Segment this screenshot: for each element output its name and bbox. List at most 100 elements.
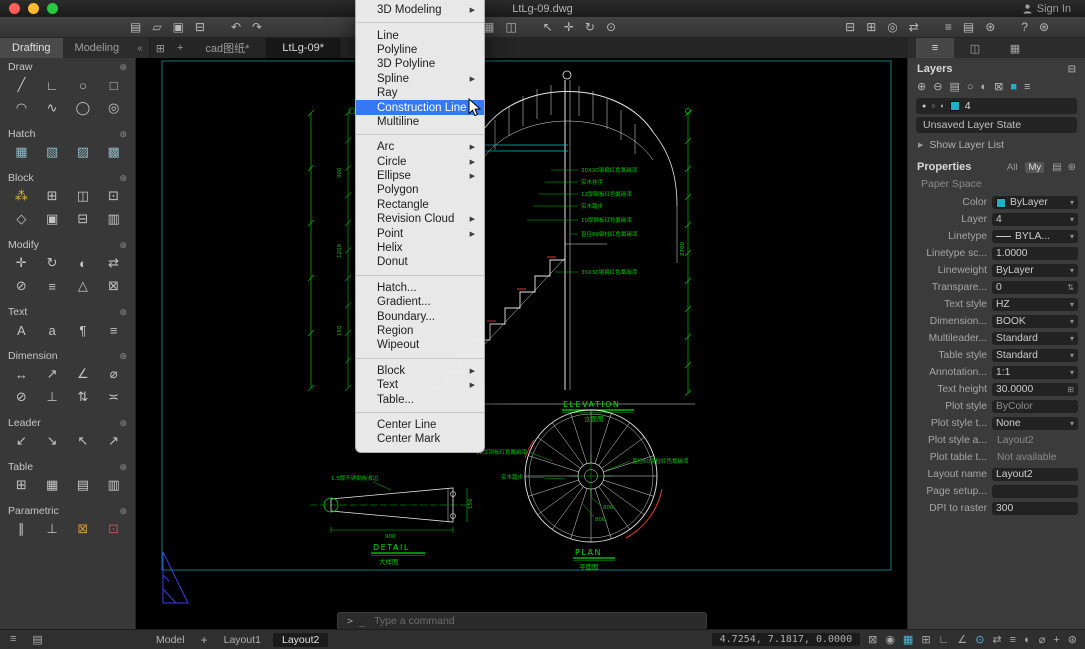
property-field-dpi-to-raster[interactable]: 300: [992, 502, 1078, 515]
diameter-dim-icon[interactable]: ⌀: [102, 364, 126, 384]
leader-align-icon[interactable]: ↗: [102, 431, 126, 451]
snap-mode-icon[interactable]: ⊞: [921, 633, 930, 646]
print-icon[interactable]: ⊟: [195, 21, 205, 33]
new-file-icon[interactable]: ▤: [130, 21, 141, 33]
settings-gear-icon[interactable]: ⊛: [1039, 21, 1049, 33]
property-field-multileader[interactable]: Standard▾: [992, 332, 1078, 345]
menu-item-center-mark[interactable]: Center Mark: [356, 432, 484, 446]
property-field-annotation[interactable]: 1:1▾: [992, 366, 1078, 379]
lineweight-display-icon[interactable]: ≡: [1010, 634, 1016, 646]
zoom-icon[interactable]: ⊙: [606, 21, 616, 33]
ortho-mode-icon[interactable]: ∟: [939, 634, 950, 646]
status-grid-icon[interactable]: ▤: [32, 633, 42, 646]
menu-item-hatch[interactable]: Hatch...: [356, 281, 484, 295]
new-layer-icon[interactable]: ⊕: [917, 80, 926, 93]
table-export-icon[interactable]: ▤: [71, 475, 95, 495]
leader-edit-icon[interactable]: ↖: [71, 431, 95, 451]
drawing-canvas[interactable]: 900 1200 150 2700: [135, 58, 908, 630]
section-gear-icon[interactable]: ⊛: [119, 173, 127, 184]
publish-icon[interactable]: ⊞: [866, 21, 876, 33]
layout-tab-layout1[interactable]: Layout1: [215, 633, 270, 647]
circle-icon[interactable]: ○: [71, 75, 95, 95]
properties-list-icon[interactable]: ▤: [1052, 162, 1061, 173]
mirror-icon[interactable]: ◐: [71, 253, 95, 273]
materials-palette-tab[interactable]: ▦: [996, 38, 1034, 58]
write-block-icon[interactable]: ◫: [71, 186, 95, 206]
orbit-icon[interactable]: ↻: [585, 21, 595, 33]
section-gear-icon[interactable]: ⊛: [119, 307, 127, 318]
ordinate-dim-icon[interactable]: ⊥: [40, 387, 64, 407]
paragraph-icon[interactable]: ¶: [71, 320, 95, 340]
menu-item-multiline[interactable]: Multiline: [356, 115, 484, 129]
hatch-pattern-icon[interactable]: ▦: [9, 142, 33, 162]
properties-settings-icon[interactable]: ⊛: [1068, 162, 1076, 173]
perpendicular-constraint-icon[interactable]: ⊥: [40, 519, 64, 539]
property-field-lineweight[interactable]: ByLayer▾: [992, 264, 1078, 277]
donut-icon[interactable]: ◎: [102, 98, 126, 118]
arc-icon[interactable]: ◠: [9, 98, 33, 118]
redo-icon[interactable]: ↷: [252, 21, 262, 33]
section-gear-icon[interactable]: ⊛: [119, 506, 127, 517]
status-list-icon[interactable]: ≡: [10, 633, 16, 646]
spline-icon[interactable]: ∿: [40, 98, 64, 118]
trim-icon[interactable]: ⊠: [102, 276, 126, 296]
menu-item-3d-polyline[interactable]: 3D Polyline: [356, 57, 484, 71]
document-tab-ltlg-09[interactable]: LtLg-09*: [266, 38, 341, 58]
menu-item-boundary[interactable]: Boundary...: [356, 309, 484, 323]
zoom-window-button[interactable]: [47, 3, 58, 14]
menu-item-wipeout[interactable]: Wipeout: [356, 338, 484, 352]
layer-freeze-icon[interactable]: ◐: [981, 81, 988, 93]
insert-block-icon[interactable]: ⁂: [9, 186, 33, 206]
delete-layer-icon[interactable]: ⊖: [933, 80, 942, 93]
base-point-icon[interactable]: ⊟: [71, 209, 95, 229]
angular-dim-icon[interactable]: ∠: [71, 364, 95, 384]
field-button-icon[interactable]: ⊞: [1067, 385, 1074, 394]
layer-on-icon[interactable]: ○: [967, 81, 974, 93]
property-field-linetype-sc[interactable]: 1.0000: [992, 247, 1078, 260]
menu-item-rectangle[interactable]: Rectangle: [356, 198, 484, 212]
multiline-text-icon[interactable]: A: [9, 320, 33, 340]
menu-item-revision-cloud[interactable]: Revision Cloud▶: [356, 212, 484, 226]
property-field-table-style[interactable]: Standard▾: [992, 349, 1078, 362]
grid-display-icon[interactable]: ▦: [903, 633, 913, 646]
section-gear-icon[interactable]: ⊛: [119, 62, 127, 73]
rectangle-icon[interactable]: □: [102, 75, 126, 95]
linear-dim-icon[interactable]: ↔: [9, 364, 33, 384]
attribute-icon[interactable]: ◇: [9, 209, 33, 229]
property-field-layer[interactable]: 4▾: [992, 213, 1078, 226]
tool-sets-icon[interactable]: ⊛: [985, 21, 995, 33]
lock-ui-icon[interactable]: ⊠: [868, 633, 877, 646]
menu-item-polygon[interactable]: Polygon: [356, 183, 484, 197]
polar-tracking-icon[interactable]: ∠: [957, 633, 967, 646]
object-snap-tracking-icon[interactable]: ⇄: [992, 633, 1001, 646]
open-file-icon[interactable]: ▱: [152, 21, 161, 33]
command-line[interactable]: > _ Type a command: [337, 612, 707, 630]
menu-item-donut[interactable]: Donut: [356, 255, 484, 269]
menu-item-polyline[interactable]: Polyline: [356, 43, 484, 57]
plot-preview-icon[interactable]: ◎: [887, 21, 897, 33]
menu-item-center-line[interactable]: Center Line: [356, 418, 484, 432]
menu-item-text[interactable]: Text▶: [356, 378, 484, 392]
table-icon[interactable]: ⊞: [9, 475, 33, 495]
define-attribute-icon[interactable]: ▣: [40, 209, 64, 229]
sign-in-button[interactable]: Sign In: [1023, 3, 1071, 15]
layers-panel-icon[interactable]: ≡: [945, 21, 952, 33]
menu-item-table[interactable]: Table...: [356, 392, 484, 406]
workspace-tab-modeling[interactable]: Modeling: [63, 38, 132, 58]
layer-color-icon[interactable]: ■: [1010, 81, 1017, 93]
table-edit-icon[interactable]: ▥: [102, 475, 126, 495]
property-field-linetype[interactable]: BYLA...▾: [992, 230, 1078, 243]
section-gear-icon[interactable]: ⊛: [119, 240, 127, 251]
crosshair-icon[interactable]: +: [1053, 634, 1059, 646]
pan-icon[interactable]: ✛: [564, 21, 574, 33]
lock-constraint-icon[interactable]: ⊠: [71, 519, 95, 539]
rotate-icon[interactable]: ↻: [40, 253, 64, 273]
line-icon[interactable]: ╱: [9, 75, 33, 95]
menu-item-construction-line[interactable]: Construction Line: [356, 100, 484, 114]
property-field-text-height[interactable]: 30.0000⊞: [992, 383, 1078, 396]
property-field-plot-style-t[interactable]: None▾: [992, 417, 1078, 430]
property-field-color[interactable]: ByLayer▾: [992, 196, 1078, 209]
undo-icon[interactable]: ↶: [231, 21, 241, 33]
move-icon[interactable]: ✛: [9, 253, 33, 273]
menu-item-gradient[interactable]: Gradient...: [356, 295, 484, 309]
